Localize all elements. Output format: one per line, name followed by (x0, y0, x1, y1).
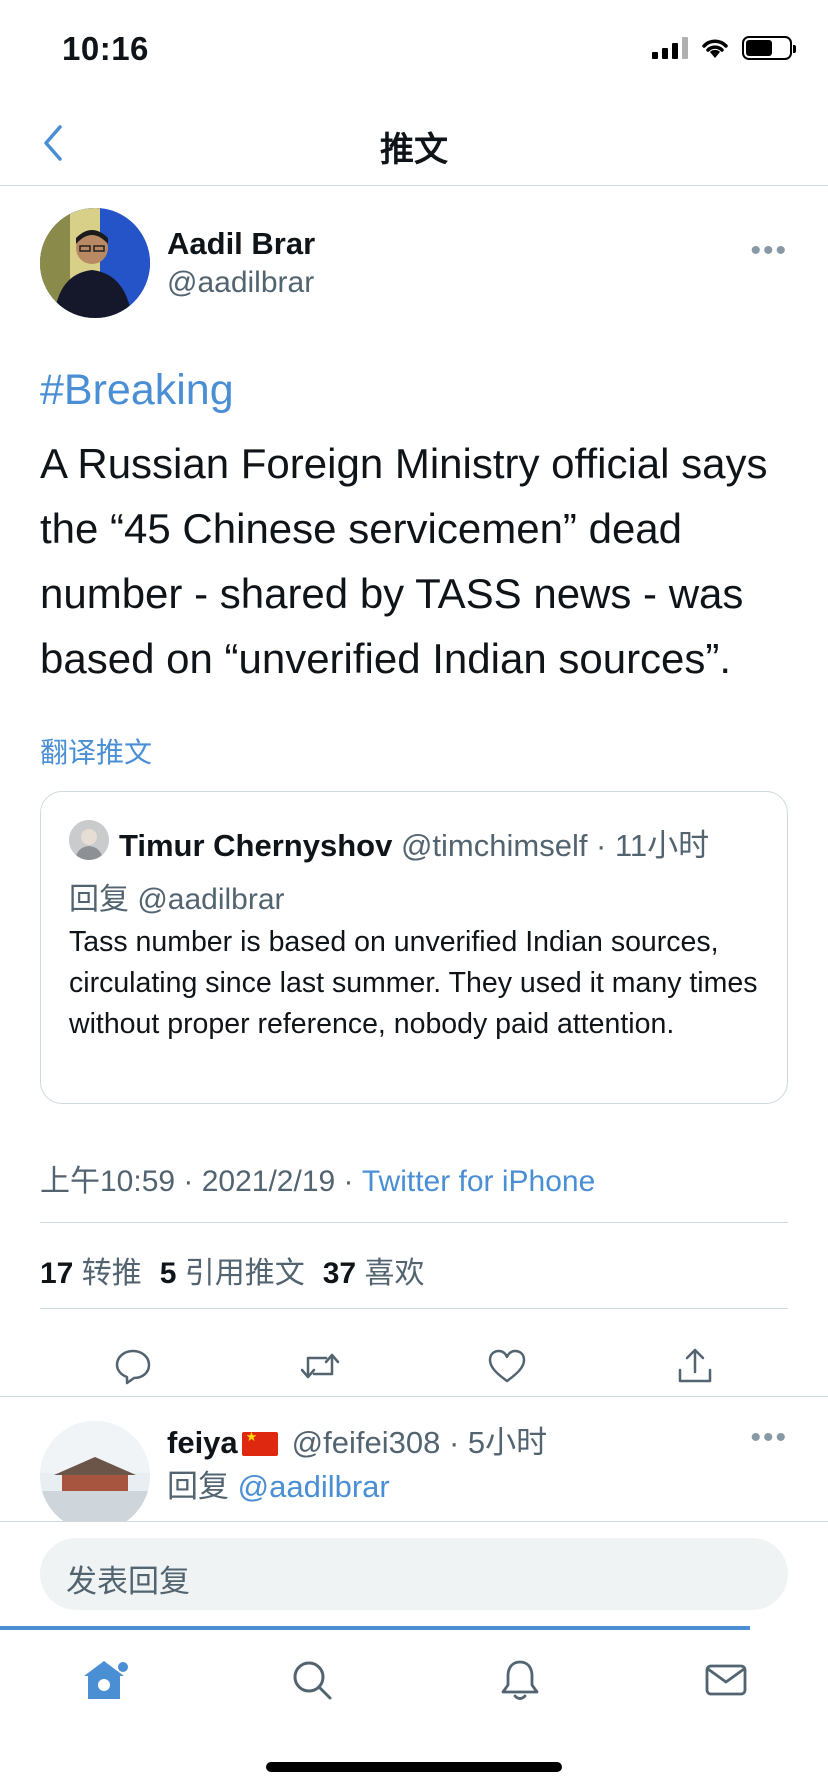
reply-prefix: 回复 (167, 1469, 229, 1504)
retweet-button[interactable] (290, 1336, 350, 1396)
reply-to-handle[interactable]: @aadilbrar (238, 1469, 390, 1504)
tweet-text: A Russian Foreign Ministry official says… (40, 440, 768, 682)
retweets-stat[interactable]: 17 转推 (40, 1257, 142, 1290)
source-link[interactable]: Twitter for iPhone (362, 1165, 595, 1198)
status-icons (652, 36, 796, 60)
likes-stat[interactable]: 37 喜欢 (323, 1257, 425, 1290)
tab-messages[interactable] (696, 1650, 756, 1710)
reply-meta: @feifei308 · 5小时 (291, 1425, 548, 1460)
like-icon (488, 1349, 526, 1383)
quotes-stat[interactable]: 5 引用推文 (160, 1257, 305, 1290)
divider (40, 1308, 788, 1309)
quote-meta: @timchimself · 11小时 (400, 828, 710, 863)
like-button[interactable] (477, 1336, 537, 1396)
tweet-timestamp: 上午10:59 · 2021/2/19 · Twitter for iPhone (40, 1156, 595, 1200)
divider (0, 1521, 828, 1522)
hashtag-link[interactable]: #Breaking (40, 366, 234, 415)
quote-reply-to: 回复 @aadilbrar (69, 883, 285, 916)
wifi-icon (702, 39, 728, 58)
compose-placeholder: 发表回复 (66, 1564, 190, 1599)
reply-to-line: 回复 @aadilbrar (167, 1461, 390, 1506)
notification-dot (118, 1662, 128, 1672)
quoted-tweet[interactable]: Timur Chernyshov @timchimself · 11小时 回复 … (40, 791, 788, 1104)
tab-notifications[interactable] (490, 1650, 550, 1710)
battery-icon (742, 36, 796, 60)
signal-icon (652, 37, 688, 59)
share-button[interactable] (665, 1336, 725, 1396)
tweet-actions (40, 1326, 788, 1406)
author-avatar[interactable] (40, 208, 150, 318)
tab-bar (0, 1630, 828, 1730)
quote-avatar (69, 820, 109, 860)
messages-icon (705, 1664, 747, 1696)
tab-home[interactable] (74, 1650, 134, 1710)
tweet-stats: 17 转推 5 引用推文 37 喜欢 (40, 1248, 424, 1292)
more-options-icon[interactable]: ••• (750, 234, 788, 268)
page-title: 推文 (380, 131, 448, 169)
reply-button[interactable] (103, 1336, 163, 1396)
reply-header: feiya @feifei308 · 5小时 (167, 1417, 547, 1462)
notifications-icon (501, 1660, 539, 1700)
nav-bar: 推文 (0, 100, 828, 186)
share-icon (678, 1348, 712, 1383)
reply-icon (115, 1349, 151, 1385)
timestamp-text: 上午10:59 · 2021/2/19 · (40, 1165, 362, 1198)
divider (40, 1222, 788, 1223)
reply-author-name[interactable]: feiya (167, 1425, 238, 1460)
quote-header: Timur Chernyshov @timchimself · 11小时 (119, 820, 709, 865)
status-time: 10:16 (62, 30, 149, 67)
more-options-icon[interactable]: ••• (750, 1421, 788, 1455)
home-indicator[interactable] (266, 1762, 562, 1772)
china-flag-icon (241, 1429, 278, 1456)
author-name[interactable]: Aadil Brar (167, 226, 315, 262)
status-bar: 10:16 (0, 0, 828, 100)
author-handle[interactable]: @aadilbrar (167, 266, 314, 300)
reply-compose-field[interactable]: 发表回复 (40, 1538, 788, 1610)
translate-link[interactable]: 翻译推文 (40, 731, 152, 771)
quote-author-name: Timur Chernyshov (119, 828, 393, 863)
reply-tweet[interactable]: feiya @feifei308 · 5小时 ••• 回复 @aadilbrar (0, 1397, 828, 1521)
search-icon (293, 1661, 332, 1700)
quote-text: Tass number is based on unverified India… (69, 926, 758, 1040)
reply-avatar[interactable] (40, 1421, 150, 1521)
tab-search[interactable] (282, 1650, 342, 1710)
retweet-icon (300, 1353, 340, 1379)
